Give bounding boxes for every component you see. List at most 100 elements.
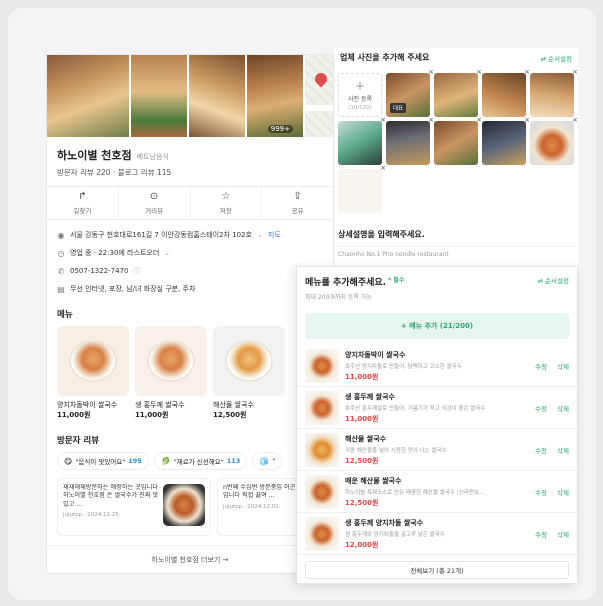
delete-button[interactable]: 삭제 bbox=[557, 529, 569, 539]
menu-card[interactable]: 양지차돌박이 쌀국수 11,000원 bbox=[57, 326, 129, 420]
menu-card[interactable]: 해산물 쌀국수 12,500원 bbox=[213, 326, 285, 420]
leafy-green-icon: 🥬 bbox=[160, 456, 171, 466]
menu-row: 생 홍두께 양지차돌 쌀국수 생 홍두께와 양지차돌을 골고루 넣은 쌀국수 12,… bbox=[297, 513, 577, 555]
review-summary[interactable]: 방문자 리뷰 220 · 블로그 리뷰 115 bbox=[47, 165, 333, 186]
review-chip[interactable]: 🧊 " bbox=[252, 452, 283, 470]
save-button[interactable]: ☆ 저장 bbox=[191, 187, 263, 219]
menu-row: 매운 해산물 쌀국수 하노이별 특제소스로 만든 매콤한 해산물 쌀국수 (신라면… bbox=[297, 471, 577, 513]
place-category: 베트남음식 bbox=[136, 153, 169, 161]
ice-icon: 🧊 bbox=[259, 456, 270, 466]
close-icon[interactable]: × bbox=[572, 68, 578, 76]
facilities-icon: ▤ bbox=[57, 284, 65, 294]
menu-photo bbox=[57, 326, 129, 396]
representative-tag: 대표 bbox=[390, 103, 407, 113]
photo-count-badge: 999+ bbox=[267, 125, 293, 133]
photo-order-button[interactable]: ⇄ 순서설정 bbox=[541, 53, 572, 63]
menu-edit-panel: 메뉴를 추가해주세요. * 필수 ⇄ 순서설정 최대 200개까지 등록 가능 +… bbox=[296, 266, 578, 584]
edit-button[interactable]: 수정 bbox=[535, 403, 547, 413]
delete-button[interactable]: 삭제 bbox=[557, 403, 569, 413]
view-all-button[interactable]: 전체보기 (총 21개) bbox=[305, 561, 569, 579]
uploaded-photo[interactable]: × bbox=[338, 164, 386, 213]
description-input[interactable]: Chaonho No.1 Pho noodle restaurant bbox=[338, 246, 574, 264]
share-button[interactable]: ⇪ 공유 bbox=[262, 187, 333, 219]
hours-row[interactable]: ◷ 영업 중 · 22:30에 라스트오더 ⌄ bbox=[57, 244, 323, 262]
menu-panel-subtitle: 최대 200개까지 등록 가능 bbox=[305, 294, 372, 301]
uploaded-photo[interactable]: × 대표 bbox=[386, 68, 434, 117]
uploaded-photo[interactable]: × bbox=[386, 116, 434, 165]
review-heading: 방문자 리뷰 bbox=[57, 436, 100, 446]
place-info: ◉ 서울 강동구 천호대로161길 7 이안강동컴홈스테이2차 102호 ⌄ 지… bbox=[47, 220, 333, 300]
review-chip[interactable]: 🥬 "재료가 신선해요" 113 bbox=[153, 452, 248, 470]
add-menu-button[interactable]: + 메뉴 추가 (21/200) bbox=[305, 313, 569, 339]
address-row: ◉ 서울 강동구 천호대로161길 7 이안강동컴홈스테이2차 102호 ⌄ 지… bbox=[57, 226, 323, 244]
review-cards: 재재재재방문하는 애정하는 곳입니다 하노이별 천호점 은 쌀국수가 진짜 맛있… bbox=[47, 470, 371, 536]
uploaded-photo[interactable]: × bbox=[338, 116, 386, 165]
uploaded-photo[interactable]: × bbox=[482, 68, 530, 117]
menu-order-button[interactable]: ⇄ 순서설정 bbox=[538, 275, 569, 285]
facilities-text: 무선 인터넷, 포장, 남/녀 화장실 구분, 주차 bbox=[70, 285, 196, 293]
street-view-button[interactable]: ⊙ 거리뷰 bbox=[119, 187, 191, 219]
clock-icon: ◷ bbox=[57, 248, 65, 258]
menu-photo bbox=[213, 326, 285, 396]
action-bar: ↱ 길찾기 ⊙ 거리뷰 ☆ 저장 ⇪ 공유 bbox=[47, 186, 333, 220]
description-heading: 상세설명을 입력해주세요. bbox=[338, 230, 425, 239]
close-icon[interactable]: × bbox=[572, 116, 578, 124]
close-icon[interactable]: × bbox=[380, 164, 386, 172]
address-text: 서울 강동구 천호대로161길 7 이안강동컴홈스테이2차 102호 bbox=[70, 231, 252, 239]
phone-icon: ✆ bbox=[57, 266, 65, 276]
more-link[interactable]: 하노이별 천호점 더보기 → bbox=[47, 545, 333, 573]
photo-panel-heading: 업체 사진을 추가해 주세요 bbox=[340, 53, 430, 62]
phone-row: ✆ 0507-1322-7470 ⓘ bbox=[57, 262, 323, 280]
mini-map[interactable] bbox=[305, 55, 333, 137]
hero-photo[interactable] bbox=[189, 55, 245, 137]
info-icon[interactable]: ⓘ bbox=[134, 266, 141, 276]
facilities-row: ▤ 무선 인터넷, 포장, 남/녀 화장실 구분, 주차 bbox=[57, 280, 323, 298]
delete-button[interactable]: 삭제 bbox=[557, 487, 569, 497]
add-photo-button[interactable]: + 사진 등록 (10/120) bbox=[338, 73, 382, 117]
required-badge: * 필수 bbox=[388, 277, 405, 284]
delete-button[interactable]: 삭제 bbox=[557, 445, 569, 455]
directions-button[interactable]: ↱ 길찾기 bbox=[47, 187, 119, 219]
menu-thumbnail bbox=[305, 432, 339, 467]
review-card[interactable]: 재재재재방문하는 애정하는 곳입니다 하노이별 천호점 은 쌀국수가 진짜 맛있… bbox=[57, 478, 211, 536]
menu-panel-title: 메뉴를 추가해주세요. * 필수 bbox=[305, 277, 405, 288]
location-pin-icon: ⊙ bbox=[149, 190, 159, 202]
phone-number[interactable]: 0507-1322-7470 bbox=[70, 267, 129, 275]
photo-grid: + 사진 등록 (10/120) × 대표 × × × × × × × × × bbox=[334, 67, 578, 213]
share-arrow-icon: ↱ bbox=[78, 190, 87, 202]
uploaded-photo[interactable]: × bbox=[482, 116, 530, 165]
delete-button[interactable]: 삭제 bbox=[557, 361, 569, 371]
edit-button[interactable]: 수정 bbox=[535, 487, 547, 497]
menu-thumbnail bbox=[305, 348, 339, 383]
edit-button[interactable]: 수정 bbox=[535, 361, 547, 371]
uploaded-photo[interactable]: × bbox=[434, 68, 482, 117]
menu-thumbnail bbox=[305, 516, 339, 551]
menu-row: 생 홍두께 쌀국수 호주산 홍두께살로 만들어, 기름기가 적고 식감이 좋은 쌀… bbox=[297, 387, 577, 429]
uploaded-photo[interactable]: × bbox=[530, 116, 578, 165]
uploaded-photo[interactable]: × bbox=[434, 116, 482, 165]
edit-button[interactable]: 수정 bbox=[535, 445, 547, 455]
review-photo bbox=[163, 484, 205, 526]
menu-cards: 양지차돌박이 쌀국수 11,000원 생 홍두께 쌀국수 11,000원 해산물… bbox=[47, 326, 333, 420]
map-link[interactable]: 지도 bbox=[268, 230, 281, 240]
plus-icon: + bbox=[354, 78, 366, 93]
map-pin-icon bbox=[312, 70, 330, 88]
share-icon: ⇪ bbox=[293, 190, 302, 202]
menu-card[interactable]: 생 홍두께 쌀국수 11,000원 bbox=[135, 326, 207, 420]
menu-thumbnail bbox=[305, 390, 339, 425]
menu-heading: 메뉴 bbox=[57, 310, 73, 320]
edit-button[interactable]: 수정 bbox=[535, 529, 547, 539]
place-name: 하노이별 천호점 bbox=[57, 149, 132, 162]
chevron-down-icon[interactable]: ⌄ bbox=[257, 231, 263, 239]
hours-status: 영업 중 · 22:30에 라스트오더 bbox=[70, 249, 160, 257]
menu-row: 해산물 쌀국수 각종 해산물을 넣어 시원한 맛이 나는 쌀국수 12,500원 수… bbox=[297, 429, 577, 471]
hero-photo[interactable] bbox=[131, 55, 187, 137]
review-chip[interactable]: 😋 "음식이 맛있어요" 195 bbox=[57, 452, 149, 470]
uploaded-photo[interactable]: × bbox=[530, 68, 578, 117]
star-icon: ☆ bbox=[221, 190, 231, 202]
location-pin-icon: ◉ bbox=[57, 230, 65, 240]
menu-row: 양지차돌박이 쌀국수 호주산 양지차돌로 만들어, 담백하고 고소한 쌀국수 11,… bbox=[297, 345, 577, 387]
hero-photo-main[interactable] bbox=[47, 55, 129, 137]
chevron-down-icon[interactable]: ⌄ bbox=[164, 249, 170, 257]
review-keyword-chips: 😋 "음식이 맛있어요" 195 🥬 "재료가 신선해요" 113 🧊 " bbox=[47, 452, 333, 470]
